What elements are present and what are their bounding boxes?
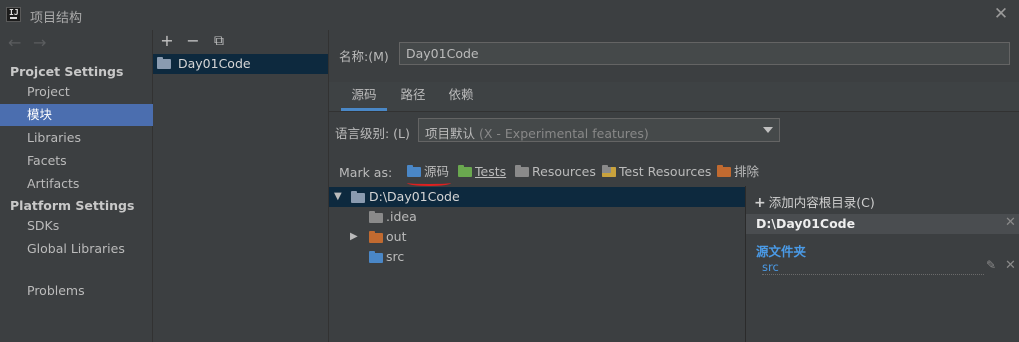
tree-row-label: src bbox=[386, 249, 405, 264]
copy-icon[interactable]: ⧉ bbox=[209, 31, 229, 51]
source-folder-entry: src bbox=[762, 260, 984, 275]
nav-item-artifacts[interactable]: Artifacts bbox=[0, 173, 153, 195]
tree-root-label: D:\Day01Code bbox=[369, 189, 460, 204]
intellij-logo-icon: IJ bbox=[6, 7, 21, 22]
nav-item-sdks[interactable]: SDKs bbox=[0, 215, 153, 237]
mark-as-sources-label: 源码 bbox=[424, 164, 450, 179]
module-list-panel: + − ⧉ Day01Code bbox=[153, 30, 329, 342]
tests-folder-icon bbox=[458, 165, 472, 177]
add-content-root-label: 添加内容根目录(C) bbox=[768, 195, 875, 210]
language-level-value: 项目默认 bbox=[425, 126, 476, 141]
mark-as-test-resources-button[interactable]: Test Resources bbox=[602, 162, 711, 182]
tree-row-src[interactable]: src bbox=[329, 247, 745, 267]
remove-root-icon[interactable]: ✕ bbox=[1005, 215, 1016, 230]
nav-item-facets[interactable]: Facets bbox=[0, 150, 153, 172]
tree-row-out[interactable]: ▶ out bbox=[329, 227, 745, 247]
nav-item-problems[interactable]: Problems bbox=[0, 280, 153, 302]
mark-as-excluded-button[interactable]: 排除 bbox=[717, 162, 759, 182]
chevron-down-icon bbox=[763, 127, 773, 133]
name-label: 名称:(M) bbox=[339, 49, 389, 64]
tab-paths[interactable]: 路径 bbox=[391, 82, 435, 111]
language-level-select[interactable]: 项目默认 (X - Experimental features) bbox=[418, 118, 780, 142]
sources-folder-icon bbox=[369, 251, 383, 263]
tree-row-label: out bbox=[386, 229, 407, 244]
platform-settings-heading: Platform Settings bbox=[10, 198, 135, 213]
project-settings-heading: Projcet Settings bbox=[10, 64, 124, 79]
mark-as-resources-label: Resources bbox=[532, 164, 596, 179]
mark-as-resources-button[interactable]: Resources bbox=[515, 162, 596, 182]
source-folders-heading: 源文件夹 bbox=[756, 244, 807, 259]
excluded-folder-icon bbox=[717, 165, 731, 177]
nav-item-project[interactable]: Project bbox=[0, 81, 153, 103]
triangle-collapsed-icon: ▶ bbox=[350, 231, 358, 242]
pencil-icon[interactable]: ✎ bbox=[986, 258, 996, 272]
language-level-label: 语言级别: (L) bbox=[335, 126, 410, 141]
excluded-folder-icon bbox=[369, 231, 383, 243]
module-folder-icon bbox=[157, 57, 171, 69]
folder-icon bbox=[369, 211, 383, 223]
tree-root-row[interactable]: ▼ D:\Day01Code bbox=[329, 187, 745, 207]
language-level-hint: (X - Experimental features) bbox=[479, 126, 649, 141]
triangle-expanded-icon: ▼ bbox=[334, 191, 342, 202]
mark-as-test-resources-label: Test Resources bbox=[619, 164, 712, 179]
nav-item-modules[interactable]: 模块 bbox=[0, 104, 153, 126]
mark-as-excluded-label: 排除 bbox=[734, 164, 760, 179]
content-root-path: D:\Day01Code bbox=[756, 216, 856, 231]
module-tabbar: 源码 路径 依赖 bbox=[329, 82, 1019, 112]
remove-source-folder-icon[interactable]: ✕ bbox=[1005, 258, 1016, 273]
module-name-input[interactable]: Day01Code bbox=[399, 42, 1010, 65]
resources-folder-icon bbox=[515, 165, 529, 177]
test-resources-folder-icon bbox=[602, 165, 616, 177]
nav-item-global-libraries[interactable]: Global Libraries bbox=[0, 238, 153, 260]
root-folder-icon bbox=[351, 191, 365, 203]
tree-row-label: .idea bbox=[386, 209, 417, 224]
mark-as-sources-button[interactable]: 源码 bbox=[407, 162, 449, 182]
mark-as-tests-button[interactable]: Tests bbox=[458, 162, 506, 182]
sources-folder-icon bbox=[407, 165, 421, 177]
arrow-right-icon[interactable]: → bbox=[33, 33, 46, 52]
tab-dependencies[interactable]: 依赖 bbox=[439, 82, 483, 111]
title-bar bbox=[0, 0, 1019, 30]
add-content-root-button[interactable]: + 添加内容根目录(C) bbox=[754, 192, 875, 211]
window-title: 项目结构 bbox=[30, 11, 83, 26]
mark-as-tests-label: Tests bbox=[475, 164, 507, 179]
plus-icon: + bbox=[754, 195, 766, 211]
module-item-label: Day01Code bbox=[177, 56, 251, 71]
add-icon[interactable]: + bbox=[157, 31, 177, 51]
module-item-day01code[interactable]: Day01Code bbox=[153, 54, 328, 74]
remove-icon[interactable]: − bbox=[183, 31, 203, 51]
tab-sources[interactable]: 源码 bbox=[341, 82, 387, 111]
close-icon[interactable]: ✕ bbox=[992, 5, 1010, 23]
nav-item-libraries[interactable]: Libraries bbox=[0, 127, 153, 149]
mark-as-label: Mark as: bbox=[339, 165, 393, 180]
arrow-left-icon[interactable]: ← bbox=[8, 33, 21, 52]
tree-row-idea[interactable]: .idea bbox=[329, 207, 745, 227]
